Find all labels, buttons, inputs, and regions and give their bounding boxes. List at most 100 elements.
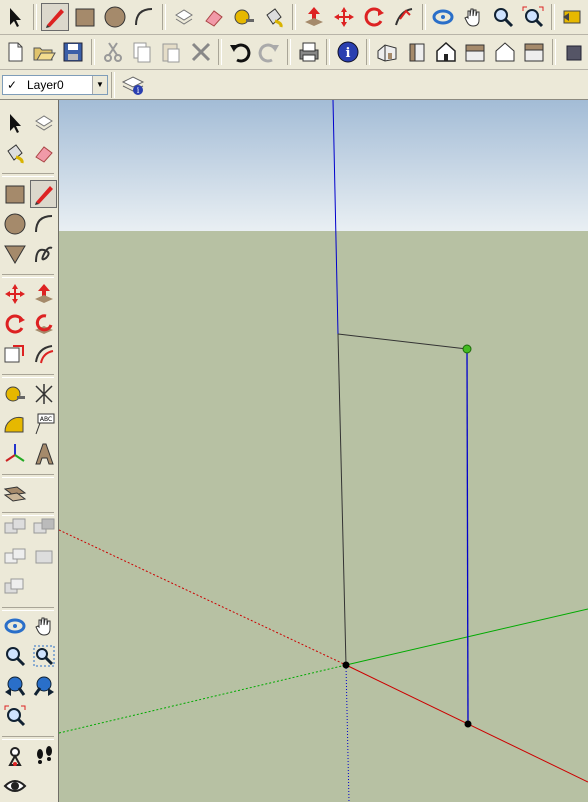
- print-button[interactable]: [295, 38, 322, 66]
- save-file-button[interactable]: [60, 38, 87, 66]
- cut-button[interactable]: [99, 38, 126, 66]
- endpoint-on-red-axis[interactable]: [464, 720, 472, 728]
- current-layer-check-icon: ✓: [6, 77, 18, 92]
- move-tool-button[interactable]: [330, 3, 358, 31]
- origin-endpoint[interactable]: [342, 661, 350, 669]
- toolbar-separator: [287, 39, 291, 65]
- next-tool-button[interactable]: [560, 38, 587, 66]
- open-folder-icon: [33, 47, 56, 61]
- side-scale-button[interactable]: [1, 340, 28, 368]
- rotate-tool-button[interactable]: [360, 3, 388, 31]
- zoom-extents-button[interactable]: [519, 3, 547, 31]
- side-trim-button[interactable]: [30, 543, 57, 571]
- side-text-button[interactable]: ABC: [30, 410, 57, 438]
- side-pan-button[interactable]: [30, 612, 57, 640]
- toolbar-separator: [91, 39, 95, 65]
- side-subtract-button[interactable]: [30, 513, 57, 541]
- sky: [59, 100, 588, 231]
- side-make-component-button[interactable]: [30, 109, 57, 137]
- toolbar-row-2: i: [0, 35, 588, 70]
- side-split-button[interactable]: [1, 573, 28, 601]
- previous-view-icon: [4, 676, 25, 696]
- side-position-camera-button[interactable]: [1, 742, 28, 770]
- side-walk-button[interactable]: [30, 742, 57, 770]
- dropdown-arrow-icon[interactable]: ▼: [92, 75, 107, 94]
- side-select-button[interactable]: [1, 109, 28, 137]
- new-file-button[interactable]: [1, 38, 28, 66]
- side-zoom-window-button[interactable]: [30, 642, 57, 670]
- component-icon: [175, 9, 194, 25]
- orbit-tool-button[interactable]: [430, 3, 458, 31]
- side-zoom-button[interactable]: [1, 642, 28, 670]
- side-rectangle-button[interactable]: [1, 180, 28, 208]
- side-tape-measure-button[interactable]: [1, 380, 28, 408]
- side-push-pull-button[interactable]: [30, 280, 57, 308]
- arc-tool-button[interactable]: [131, 3, 159, 31]
- tape-measure-button[interactable]: [230, 3, 258, 31]
- layer-dropdown[interactable]: ✓ Layer0 ▼: [2, 74, 108, 95]
- side-polygon-button[interactable]: [1, 240, 28, 268]
- side-paint-bucket-button[interactable]: [1, 139, 28, 167]
- side-eraser-button[interactable]: [30, 139, 57, 167]
- side-freehand-button[interactable]: [30, 240, 57, 268]
- back-view-button[interactable]: [462, 38, 489, 66]
- circle-tool-button[interactable]: [101, 3, 129, 31]
- side-offset-button[interactable]: [30, 340, 57, 368]
- side-rotate-button[interactable]: [1, 310, 28, 338]
- side-protractor-button[interactable]: [1, 410, 28, 438]
- follow-me-button[interactable]: [390, 3, 418, 31]
- copy-button[interactable]: [128, 38, 155, 66]
- toolbar-group-camera: [0, 611, 58, 641]
- side-next-button[interactable]: [30, 672, 57, 700]
- select-tool-button[interactable]: [1, 3, 29, 31]
- left-view-button[interactable]: [520, 38, 547, 66]
- side-3d-text-button[interactable]: [30, 440, 57, 468]
- paint-bucket-icon: [266, 8, 283, 28]
- paste-button[interactable]: [158, 38, 185, 66]
- side-axes-button[interactable]: [1, 440, 28, 468]
- side-section-plane-button[interactable]: [1, 479, 28, 507]
- side-circle-button[interactable]: [1, 210, 28, 238]
- side-zoom-extents-button[interactable]: [1, 702, 28, 730]
- zoom-tool-button[interactable]: [489, 3, 517, 31]
- layer-manager-button[interactable]: i: [119, 71, 147, 99]
- modeling-viewport[interactable]: [59, 100, 588, 802]
- side-intersect-button[interactable]: [1, 543, 28, 571]
- push-pull-icon: [34, 284, 53, 303]
- side-arc-button[interactable]: [30, 210, 57, 238]
- push-pull-button[interactable]: [300, 3, 328, 31]
- inference-point[interactable]: [462, 344, 472, 354]
- redo-button[interactable]: [256, 38, 283, 66]
- side-orbit-button[interactable]: [1, 612, 28, 640]
- side-move-button[interactable]: [1, 280, 28, 308]
- line-tool-button[interactable]: [40, 3, 69, 31]
- top-view-button[interactable]: [432, 38, 459, 66]
- side-line-button[interactable]: [30, 180, 57, 208]
- make-component-button[interactable]: [170, 3, 198, 31]
- undo-button[interactable]: [226, 38, 253, 66]
- right-view-button[interactable]: [491, 38, 518, 66]
- rectangle-tool-button[interactable]: [71, 3, 99, 31]
- select-arrow-icon: [9, 114, 21, 133]
- front-view-button[interactable]: [403, 38, 430, 66]
- svg-text:i: i: [345, 46, 350, 61]
- side-previous-button[interactable]: [1, 672, 28, 700]
- iso-view-button[interactable]: [374, 38, 401, 66]
- side-dimension-button[interactable]: [30, 380, 57, 408]
- side-look-around-button[interactable]: [1, 772, 28, 800]
- side-follow-me-button[interactable]: [30, 310, 57, 338]
- model-info-button[interactable]: i: [334, 38, 361, 66]
- side-union-button[interactable]: [1, 513, 28, 541]
- delete-button[interactable]: [187, 38, 214, 66]
- eraser-tool-button[interactable]: [200, 3, 228, 31]
- viewport-canvas[interactable]: [59, 100, 588, 802]
- paint-bucket-button[interactable]: [260, 3, 288, 31]
- component-icon: [34, 115, 53, 131]
- toolbar-separator: [2, 173, 54, 177]
- pan-tool-button[interactable]: [459, 3, 487, 31]
- info-icon: i: [337, 41, 359, 63]
- previous-view-button[interactable]: [559, 3, 587, 31]
- open-file-button[interactable]: [30, 38, 57, 66]
- front-view-icon: [409, 43, 425, 62]
- toolbar-group-solid: [0, 512, 58, 542]
